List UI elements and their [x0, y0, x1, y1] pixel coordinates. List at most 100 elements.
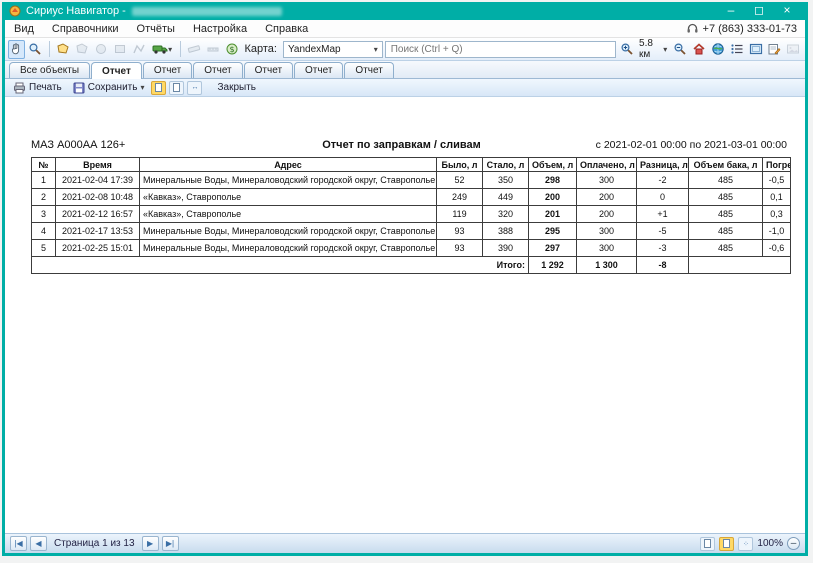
zoom-tool-button[interactable]	[27, 40, 44, 59]
cell-address: Минеральные Воды, Минераловодский городс…	[140, 240, 437, 257]
close-report-label: Закрыть	[217, 82, 256, 93]
status-view-multi-button[interactable]: ⁘	[738, 537, 753, 551]
print-label: Печать	[29, 82, 62, 93]
menu-help[interactable]: Справка	[256, 23, 317, 35]
tab-label: Отчет	[154, 65, 181, 76]
table-row[interactable]: 5 2021-02-25 15:01 Минеральные Воды, Мин…	[32, 240, 791, 257]
world-map-button[interactable]	[709, 40, 726, 59]
home-view-button[interactable]	[690, 40, 707, 59]
map-label: Карта:	[244, 43, 277, 55]
truck-icon	[152, 42, 168, 56]
tab-report-3[interactable]: Отчет	[193, 62, 242, 78]
cell-volume: 200	[529, 189, 577, 206]
vehicle-menu-button[interactable]: ▾	[150, 40, 175, 59]
main-toolbar: ▾ $ Карта: YandexMap ▾	[5, 38, 805, 61]
page-glyph-icon	[704, 539, 711, 548]
table-row[interactable]: 3 2021-02-12 16:57 «Кавказ», Ставрополье…	[32, 206, 791, 223]
status-view-single-button[interactable]	[700, 537, 715, 551]
page-indicator: Страница 1 из 13	[54, 538, 135, 549]
polyline-tool-button[interactable]	[131, 40, 148, 59]
chevron-down-icon: ▾	[663, 45, 667, 54]
rectangle-tool-button[interactable]	[112, 40, 129, 59]
col-tank: Объем бака, л	[689, 158, 763, 172]
globe-icon	[711, 42, 725, 56]
title-redacted-text	[132, 7, 282, 16]
status-zoom-out-button[interactable]: –	[787, 537, 800, 550]
menu-reports[interactable]: Отчёты	[128, 23, 184, 35]
screenshot-button[interactable]	[785, 40, 802, 59]
status-view-fit-button[interactable]	[719, 537, 734, 551]
tab-report-6[interactable]: Отчет	[344, 62, 393, 78]
print-button[interactable]: Печать	[9, 81, 66, 95]
scale-dropdown[interactable]: 5.8 км ▾	[637, 38, 669, 60]
zoom-out-button[interactable]	[671, 40, 688, 59]
pager: |◀ ◀ Страница 1 из 13 ▶ ▶|	[10, 536, 179, 551]
minimize-button[interactable]: –	[717, 3, 745, 19]
circle-tool-button[interactable]	[93, 40, 110, 59]
table-row[interactable]: 1 2021-02-04 17:39 Минеральные Воды, Мин…	[32, 172, 791, 189]
menu-directories[interactable]: Справочники	[43, 23, 128, 35]
cell-volume: 298	[529, 172, 577, 189]
window-title: Сириус Навигатор -	[26, 5, 126, 17]
toolbar-separator	[180, 41, 181, 57]
minimap-button[interactable]	[747, 40, 764, 59]
cost-button[interactable]: $	[224, 40, 241, 59]
map-frame-icon	[749, 42, 763, 56]
tab-label: Отчет	[355, 65, 382, 76]
floppy-icon	[73, 82, 85, 94]
tab-all-objects[interactable]: Все объекты	[9, 62, 90, 78]
cell-time: 2021-02-17 13:53	[56, 223, 140, 240]
zoom-in-button[interactable]	[618, 40, 635, 59]
zoom-out-icon	[673, 42, 687, 56]
table-row[interactable]: 2 2021-02-08 10:48 «Кавказ», Ставрополье…	[32, 189, 791, 206]
search-input[interactable]	[385, 41, 616, 58]
close-button[interactable]: ×	[773, 3, 801, 19]
table-row[interactable]: 4 2021-02-17 13:53 Минеральные Воды, Мин…	[32, 223, 791, 240]
view-page-width-button[interactable]	[151, 81, 166, 95]
geozone-edit-button[interactable]	[55, 40, 72, 59]
cell-diff: -3	[637, 240, 689, 257]
printer-icon	[13, 82, 26, 94]
tab-report-5[interactable]: Отчет	[294, 62, 343, 78]
cell-before: 93	[437, 223, 483, 240]
save-button[interactable]: Сохранить ▾	[69, 81, 149, 95]
menu-view[interactable]: Вид	[5, 23, 43, 35]
cell-number: 4	[32, 223, 56, 240]
close-report-button[interactable]: Закрыть	[213, 81, 260, 94]
legend-button[interactable]	[728, 40, 745, 59]
measure-distance-button[interactable]	[186, 40, 203, 59]
table-header-row: № Время Адрес Было, л Стало, л Объем, л …	[32, 158, 791, 172]
tab-label: Отчет	[255, 65, 282, 76]
cell-before: 93	[437, 240, 483, 257]
tab-report-2[interactable]: Отчет	[143, 62, 192, 78]
polygon-tool-button[interactable]	[74, 40, 91, 59]
measure-area-button[interactable]	[205, 40, 222, 59]
first-page-button[interactable]: |◀	[10, 536, 27, 551]
polygon-icon	[75, 42, 89, 56]
status-bar: |◀ ◀ Страница 1 из 13 ▶ ▶| ⁘ 100% –	[5, 533, 805, 553]
tab-report-active[interactable]: Отчет	[91, 62, 142, 79]
menu-settings[interactable]: Настройка	[184, 23, 256, 35]
report-toolbar: Печать Сохранить ▾ ↔ Закрыть	[5, 79, 805, 97]
cell-volume: 201	[529, 206, 577, 223]
maximize-button[interactable]: ◻	[745, 3, 773, 19]
map-provider-select[interactable]: YandexMap ▾	[283, 41, 383, 58]
totals-empty	[689, 257, 791, 274]
page-glyph-icon	[723, 539, 730, 548]
tab-report-4[interactable]: Отчет	[244, 62, 293, 78]
svg-text:$: $	[229, 45, 234, 54]
cell-time: 2021-02-12 16:57	[56, 206, 140, 223]
cell-tank: 485	[689, 172, 763, 189]
view-whole-page-button[interactable]	[169, 81, 184, 95]
view-two-pages-button[interactable]: ↔	[187, 81, 202, 95]
prev-page-button[interactable]: ◀	[30, 536, 47, 551]
next-page-button[interactable]: ▶	[142, 536, 159, 551]
pan-tool-button[interactable]	[8, 40, 25, 59]
app-window: Сириус Навигатор - – ◻ × Вид Справочники…	[2, 2, 808, 556]
last-page-button[interactable]: ▶|	[162, 536, 179, 551]
notes-button[interactable]	[766, 40, 783, 59]
money-icon: $	[225, 42, 239, 56]
tab-strip: Все объекты Отчет Отчет Отчет Отчет Отче…	[5, 61, 805, 79]
tab-label: Отчет	[204, 65, 231, 76]
cell-volume: 297	[529, 240, 577, 257]
